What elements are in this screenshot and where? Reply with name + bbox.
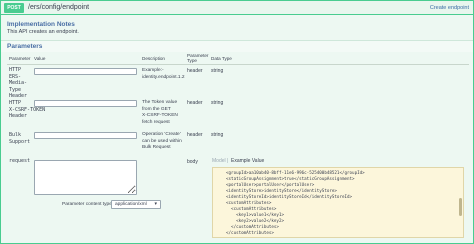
param-name-bulk-support: Bulk Support <box>9 132 30 145</box>
content-type-value: application/xml <box>115 202 147 207</box>
param-desc-line: Bulk Request <box>142 145 171 150</box>
param-name-line: Header <box>9 113 28 119</box>
x-csrf-token-input[interactable] <box>34 100 137 107</box>
param-name-line: Support <box>9 138 31 145</box>
parameters-section-bar: Parameters <box>1 40 473 52</box>
method-badge: POST <box>4 3 24 13</box>
col-header-parameter: Parameter <box>9 56 31 61</box>
param-type-ers-media-type: header <box>187 68 203 74</box>
col-header-parameter-type: Parameter Type <box>187 53 209 63</box>
request-body-textarea[interactable] <box>34 160 137 195</box>
example-scrollbar-thumb[interactable] <box>459 198 462 216</box>
content-type-label: Parameter content type: <box>62 202 114 207</box>
implementation-notes-heading: Implementation Notes <box>7 21 75 28</box>
parameters-heading: Parameters <box>7 43 43 50</box>
param-desc-line: X-CSRF-TOKEN <box>142 113 178 118</box>
param-desc-line: fetch request <box>142 119 170 125</box>
ers-media-type-input[interactable] <box>34 68 137 75</box>
endpoint-opblock: POST /ers/config/endpoint Create endpoin… <box>0 0 474 244</box>
tab-model[interactable]: Model <box>212 158 226 164</box>
operation-summary-link[interactable]: Create endpoint <box>430 3 469 13</box>
param-name-line: Media- <box>9 80 28 86</box>
col-header-description: Description <box>142 56 165 61</box>
param-desc-bulk-support: Operation 'Create' can be used within Bu… <box>142 132 182 152</box>
data-type-x-csrf-token: string <box>211 100 224 106</box>
param-type-request: body <box>187 159 198 165</box>
param-desc-line: identity.endpoint.1.2 <box>142 74 185 80</box>
param-desc-ers-media-type: Example:- identity.endpoint.1.2 <box>142 68 185 81</box>
chevron-down-icon: ▾ <box>154 201 157 207</box>
param-type-x-csrf-token: header <box>187 100 203 106</box>
col-header-data-type: Data Type <box>211 56 232 61</box>
bulk-support-input[interactable] <box>34 132 137 139</box>
content-type-select[interactable]: application/xml ▾ <box>111 200 161 209</box>
example-value-box[interactable]: <groupId>aa10ab40-8bff-11e6-996c-525400b… <box>212 167 464 238</box>
data-type-ers-media-type: string <box>211 68 224 74</box>
param-name-line: request <box>9 158 31 164</box>
header-divider <box>7 64 469 65</box>
tab-example-value[interactable]: Example Value <box>231 158 264 164</box>
tab-separator: | <box>227 158 229 164</box>
code-line: </customAttributes> <box>226 230 274 235</box>
param-desc-line: The Token value <box>142 100 178 105</box>
param-type-bulk-support: header <box>187 132 203 138</box>
param-desc-x-csrf-token: The Token value from the GET X-CSRF-TOKE… <box>142 100 178 126</box>
data-type-bulk-support: string <box>211 132 224 138</box>
implementation-notes-text: This API creates an endpoint. <box>7 29 79 35</box>
param-name-line: Header <box>9 93 28 99</box>
param-name-ers-media-type: HTTP ERS- Media- Type Header <box>9 67 27 100</box>
operation-summary-bar[interactable]: POST /ers/config/endpoint Create endpoin… <box>1 1 473 15</box>
col-header-value: Value <box>34 56 46 61</box>
param-desc-line: Operation 'Create' <box>142 132 181 137</box>
endpoint-path: /ers/config/endpoint <box>28 4 90 11</box>
param-name-request: request <box>9 158 30 165</box>
